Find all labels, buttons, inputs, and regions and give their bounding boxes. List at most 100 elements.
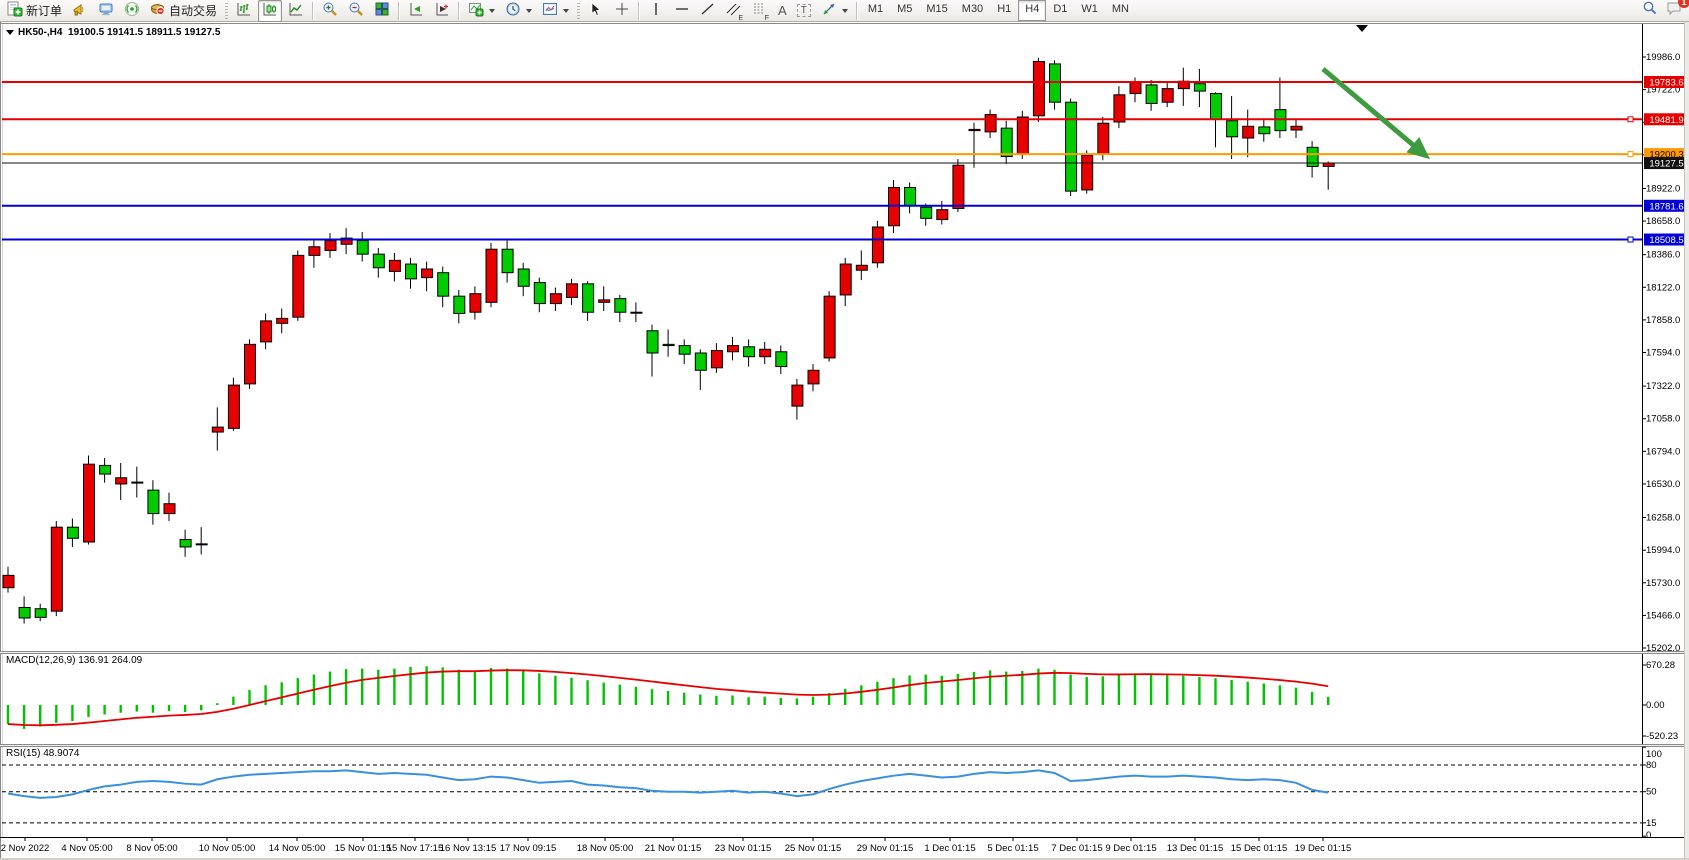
announce-button[interactable]: [68, 0, 92, 22]
chart-window[interactable]: 19986.019722.019458.019194.018922.018658…: [0, 22, 1689, 860]
price-tick: 18122.0: [1646, 282, 1680, 293]
tab-timeframe-D1[interactable]: D1: [1046, 0, 1074, 21]
time-tick: 21 Nov 01:15: [645, 843, 702, 854]
tab-timeframe-H1[interactable]: H1: [990, 0, 1018, 21]
text-tool-button[interactable]: A: [774, 0, 791, 22]
timeframe-group: M1M5M15M30H1H4D1W1MN: [861, 0, 1136, 21]
svg-text:18508.5: 18508.5: [1649, 235, 1683, 246]
label-tool-button[interactable]: T: [793, 0, 815, 22]
arrows-tool-button[interactable]: [817, 0, 852, 22]
svg-text:0: 0: [1646, 830, 1651, 841]
price-tick: 17858.0: [1646, 315, 1680, 326]
new-order-icon: [7, 1, 23, 20]
trendline-icon: [700, 1, 716, 20]
candlestick-button[interactable]: [258, 0, 282, 22]
time-tick: 13 Dec 01:15: [1167, 843, 1224, 854]
line-chart-icon: [288, 1, 304, 20]
time-tick: 15 Nov 17:15: [387, 843, 444, 854]
candlestick-icon: [262, 1, 278, 20]
price-tick: 15730.0: [1646, 578, 1680, 589]
zoom-in-icon: [322, 1, 338, 20]
tab-timeframe-W1[interactable]: W1: [1074, 0, 1105, 21]
periods-button[interactable]: [501, 0, 536, 22]
svg-text:670.28: 670.28: [1646, 660, 1675, 671]
svg-text:18781.6: 18781.6: [1649, 201, 1683, 212]
svg-text:19127.5: 19127.5: [1649, 159, 1683, 170]
svg-text:50: 50: [1646, 787, 1657, 798]
indicators-icon: [468, 1, 484, 20]
time-tick: 23 Nov 01:15: [715, 843, 772, 854]
toolbar-separator: [312, 2, 314, 20]
cursor-button[interactable]: [584, 0, 608, 22]
arrows-icon: [821, 1, 837, 20]
chevron-down-icon: [842, 9, 848, 13]
toolbar-separator: [638, 2, 640, 20]
search-icon[interactable]: [1642, 0, 1658, 21]
hline-button[interactable]: [670, 0, 694, 22]
chart-canvas[interactable]: 19986.019722.019458.019194.018922.018658…: [0, 22, 1689, 860]
tab-timeframe-M5[interactable]: M5: [890, 0, 919, 21]
window-edge-right: [1684, 22, 1689, 858]
svg-text:0.00: 0.00: [1646, 700, 1665, 711]
price-tick: 18386.0: [1646, 250, 1680, 261]
templates-icon: [542, 1, 558, 20]
bar-chart-button[interactable]: [232, 0, 256, 22]
chart-shift-icon: [434, 1, 450, 20]
announce-icon: [72, 1, 88, 20]
chat-badge: 1: [1678, 0, 1689, 8]
chat-button[interactable]: 1: [1666, 0, 1683, 21]
text-icon: A: [778, 3, 787, 18]
svg-text:19481.9: 19481.9: [1649, 115, 1683, 126]
tab-timeframe-M30[interactable]: M30: [955, 0, 990, 21]
time-tick: 1 Dec 01:15: [924, 843, 975, 854]
tile-windows-icon: [374, 1, 390, 20]
chart-shift-button[interactable]: [430, 0, 454, 22]
signal-icon: [124, 1, 140, 20]
tab-timeframe-M15[interactable]: M15: [919, 0, 954, 21]
toolbar-separator: [458, 2, 460, 20]
new-order-button[interactable]: 新订单: [3, 0, 66, 22]
channel-icon: E: [726, 1, 742, 20]
autotrade-button[interactable]: 自动交易: [146, 0, 221, 22]
zoom-in-button[interactable]: [318, 0, 342, 22]
zoom-out-button[interactable]: [344, 0, 368, 22]
price-tick: 15466.0: [1646, 610, 1680, 621]
macd-indicator-label: MACD(12,26,9) 136.91 264.09: [6, 655, 142, 666]
svg-text:100: 100: [1646, 749, 1662, 760]
auto-scroll-button[interactable]: [404, 0, 428, 22]
crosshair-button[interactable]: [610, 0, 634, 22]
time-tick: 14 Nov 05:00: [269, 843, 326, 854]
symbol-title[interactable]: HK50-,H4 19100.5 19141.5 18911.5 19127.5: [6, 27, 220, 38]
tab-timeframe-H4[interactable]: H4: [1018, 0, 1046, 21]
time-tick: 18 Nov 05:00: [577, 843, 634, 854]
indicators-button[interactable]: [464, 0, 499, 22]
tab-timeframe-MN[interactable]: MN: [1105, 0, 1136, 21]
tile-windows-button[interactable]: [370, 0, 394, 22]
price-tick: 17322.0: [1646, 381, 1680, 392]
templates-button[interactable]: [538, 0, 573, 22]
line-chart-button[interactable]: [284, 0, 308, 22]
fibonacci-button[interactable]: F: [748, 0, 772, 22]
svg-text:-520.23: -520.23: [1646, 731, 1678, 742]
terminal-button[interactable]: [94, 0, 118, 22]
label-icon: T: [797, 4, 811, 17]
price-tick: 16258.0: [1646, 513, 1680, 524]
tab-timeframe-M1[interactable]: M1: [861, 0, 890, 21]
autotrade-icon: [150, 1, 166, 20]
price-tick: 17594.0: [1646, 348, 1680, 359]
trendline-button[interactable]: [696, 0, 720, 22]
main-toolbar: 新订单 自动交易: [0, 0, 1689, 22]
price-tick: 16530.0: [1646, 479, 1680, 490]
svg-text:15: 15: [1646, 818, 1657, 829]
signal-button[interactable]: [120, 0, 144, 22]
price-tick: 17058.0: [1646, 414, 1680, 425]
time-tick: 19 Dec 01:15: [1295, 843, 1352, 854]
time-tick: 2 Nov 2022: [1, 843, 50, 854]
chevron-down-icon: [489, 9, 495, 13]
vline-icon: [648, 1, 664, 20]
time-tick: 16 Nov 13:15: [440, 843, 497, 854]
price-tick: 16794.0: [1646, 446, 1680, 457]
vline-button[interactable]: [644, 0, 668, 22]
price-tick: 15994.0: [1646, 545, 1680, 556]
channel-button[interactable]: E: [722, 0, 746, 22]
